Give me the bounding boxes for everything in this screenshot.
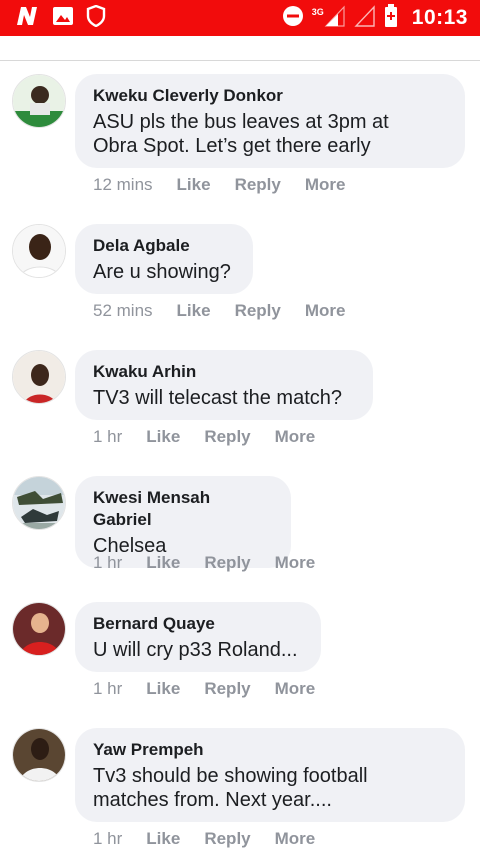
status-time: 10:13 (411, 6, 468, 29)
reply-button[interactable]: Reply (204, 829, 250, 849)
reply-button[interactable]: Reply (235, 301, 281, 321)
comment-bubble[interactable]: Yaw Prempeh Tv3 should be showing footba… (75, 728, 465, 822)
like-button[interactable]: Like (146, 679, 180, 699)
header-strip (0, 36, 480, 61)
comment-bubble[interactable]: Kweku Cleverly Donkor ASU pls the bus le… (75, 74, 465, 168)
gallery-icon (52, 5, 74, 32)
avatar[interactable] (12, 728, 66, 782)
reply-button[interactable]: Reply (235, 175, 281, 195)
comment-actions: 12 mins Like Reply More (93, 175, 369, 195)
signal-icon (324, 4, 346, 32)
comment-text: Obra Spot. Let’s get there early (93, 135, 371, 157)
reply-button[interactable]: Reply (204, 679, 250, 699)
comment-text: matches from. Next year.... (93, 789, 332, 811)
comment-time[interactable]: 52 mins (93, 301, 153, 321)
comment-author[interactable]: Kwesi Mensah Gabriel (93, 487, 273, 531)
like-button[interactable]: Like (146, 553, 180, 573)
avatar[interactable] (12, 350, 66, 404)
more-button[interactable]: More (305, 301, 346, 321)
comment-bubble[interactable]: Dela Agbale Are u showing? (75, 224, 253, 294)
reply-button[interactable]: Reply (204, 427, 250, 447)
more-button[interactable]: More (305, 175, 346, 195)
comment-bubble[interactable]: Bernard Quaye U will cry p33 Roland... (75, 602, 321, 672)
comment-bubble[interactable]: Kwaku Arhin TV3 will telecast the match? (75, 350, 373, 420)
battery-charging-icon (384, 3, 398, 33)
comment-time[interactable]: 1 hr (93, 829, 122, 849)
comment-text: Are u showing? (93, 261, 231, 283)
more-button[interactable]: More (275, 829, 316, 849)
comment-author[interactable]: Bernard Quaye (93, 613, 303, 635)
avatar[interactable] (12, 602, 66, 656)
signal-empty-icon (354, 4, 376, 32)
comment-actions: 52 mins Like Reply More (93, 301, 369, 321)
comment-text: Tv3 should be showing football (93, 765, 368, 787)
more-button[interactable]: More (275, 679, 316, 699)
comment-actions: 1 hr Like Reply More (93, 679, 339, 699)
comment-author[interactable]: Kwaku Arhin (93, 361, 355, 383)
like-button[interactable]: Like (146, 427, 180, 447)
comment-time[interactable]: 1 hr (93, 427, 122, 447)
comment-time[interactable]: 12 mins (93, 175, 153, 195)
shield-icon (86, 4, 106, 32)
comment-text: ASU pls the bus leaves at 3pm at (93, 111, 389, 133)
comment-time[interactable]: 1 hr (93, 679, 122, 699)
comment-text: TV3 will telecast the match? (93, 387, 342, 409)
comment-time[interactable]: 1 hr (93, 553, 122, 573)
comment-author[interactable]: Dela Agbale (93, 235, 235, 257)
comment-actions: 1 hr Like Reply More (93, 427, 339, 447)
more-button[interactable]: More (275, 553, 316, 573)
like-button[interactable]: Like (146, 829, 180, 849)
comment-author[interactable]: Kweku Cleverly Donkor (93, 85, 447, 107)
avatar[interactable] (12, 476, 66, 530)
comment-author[interactable]: Yaw Prempeh (93, 739, 447, 761)
network-type: 3G (311, 7, 324, 17)
reply-button[interactable]: Reply (204, 553, 250, 573)
comment-actions: 1 hr Like Reply More (93, 553, 339, 573)
like-button[interactable]: Like (177, 175, 211, 195)
avatar[interactable] (12, 224, 66, 278)
more-button[interactable]: More (275, 427, 316, 447)
avatar[interactable] (12, 74, 66, 128)
like-button[interactable]: Like (177, 301, 211, 321)
comment-actions: 1 hr Like Reply More (93, 829, 339, 849)
do-not-disturb-icon (282, 5, 304, 32)
status-bar: 3G 10:13 (0, 0, 480, 36)
comment-text: U will cry p33 Roland... (93, 639, 298, 661)
brand-n-icon (14, 5, 40, 32)
